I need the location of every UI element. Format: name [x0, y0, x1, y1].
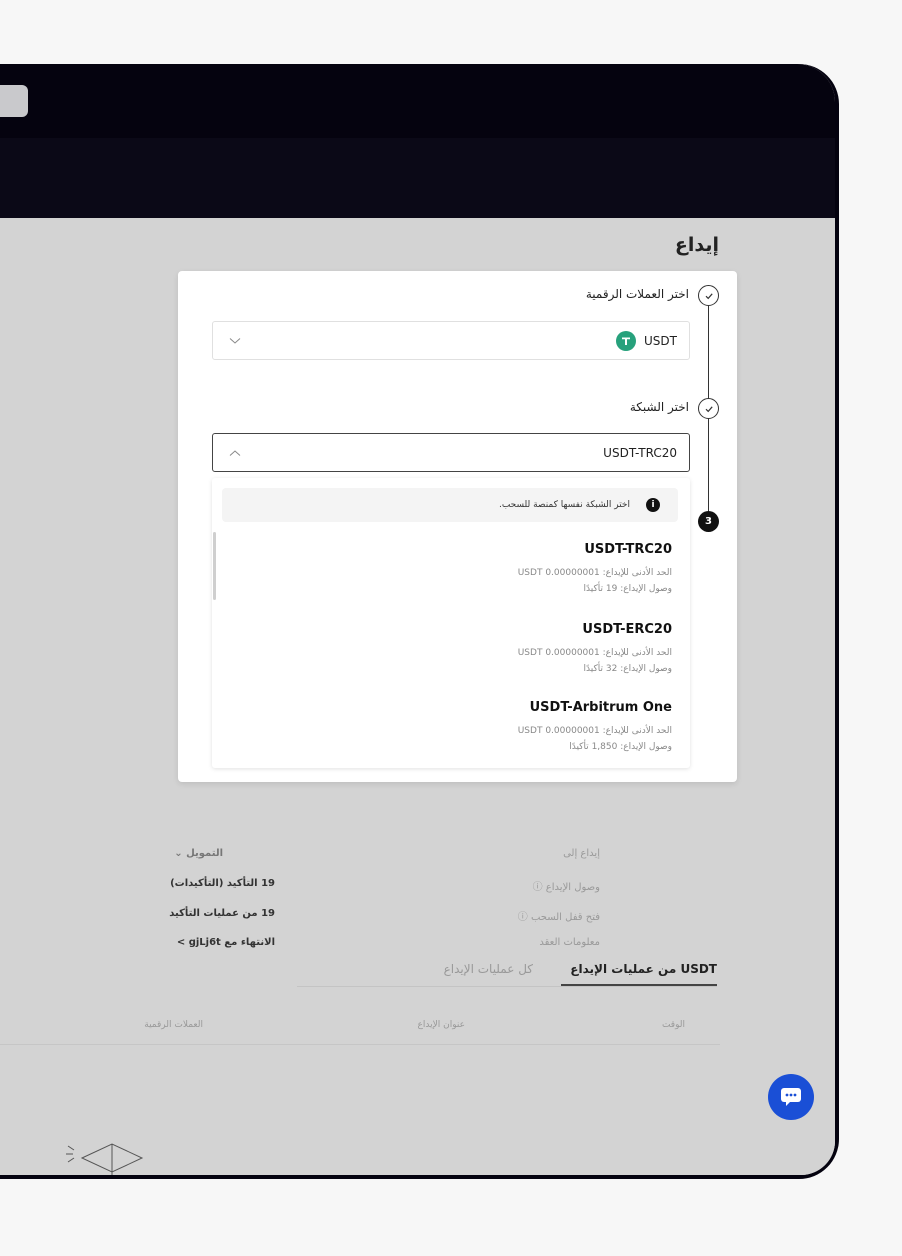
network-option-name: USDT-TRC20 [584, 542, 672, 557]
info-icon: i [646, 498, 660, 512]
network-option-trc20[interactable]: USDT-TRC20 الحد الأدنى للإيداع: 0.000000… [212, 534, 690, 610]
info-label-contract: معلومات العقد [539, 937, 600, 948]
info-value-deposit-to[interactable]: التمويل ⌄ [174, 848, 223, 859]
network-option-min-deposit: الحد الأدنى للإيداع: 0.00000001 USDT [517, 726, 672, 736]
table-header-address: عنوان الإيداع [417, 1020, 465, 1030]
info-label-withdraw-unlock: فتح قفل السحب ⓘ [517, 912, 600, 923]
check-icon [705, 292, 713, 299]
step-2-check [698, 398, 719, 419]
chevron-up-icon [229, 434, 241, 471]
network-select-text: USDT-TRC20 [603, 445, 677, 460]
step-1-check [698, 285, 719, 306]
tab-all-deposits[interactable]: كل عمليات الإيداع [444, 962, 533, 976]
history-tabs: USDT من عمليات الإيداع كل عمليات الإيداع [297, 962, 717, 988]
coin-select[interactable]: USDT [212, 321, 690, 360]
network-notice: i اختر الشبكة نفسها كمنصة للسحب. [222, 488, 678, 522]
chat-icon [781, 1088, 801, 1106]
tabs-divider [297, 986, 717, 987]
network-option-arrival: وصول الإيداع: 19 تأكيدًا [583, 584, 672, 594]
chat-support-button[interactable] [768, 1074, 814, 1120]
network-select[interactable]: USDT-TRC20 [212, 433, 690, 472]
notice-text: اختر الشبكة نفسها كمنصة للسحب. [498, 500, 630, 510]
active-tab-indicator [561, 984, 717, 986]
network-dropdown: i اختر الشبكة نفسها كمنصة للسحب. USDT-TR… [212, 478, 690, 768]
coin-select-text: USDT [644, 333, 677, 348]
empty-box-illustration [66, 1143, 144, 1175]
network-option-name: USDT-Arbitrum One [529, 700, 672, 715]
network-select-value: USDT-TRC20 [603, 434, 677, 471]
page-title: إيداع [674, 234, 719, 256]
deposit-step-card: اختر العملات الرقمية USDT اختر الشبكة US… [178, 271, 737, 782]
tab-usdt-deposits[interactable]: USDT من عمليات الإيداع [570, 962, 717, 976]
info-label-deposit-to: إيداع إلى [563, 848, 600, 859]
info-value-withdraw-unlock: 19 من عمليات التأكيد [169, 908, 275, 919]
coin-select-value: USDT [616, 322, 677, 359]
network-option-arrival: وصول الإيداع: 1,850 تأكيدًا [569, 742, 672, 752]
network-option-name: USDT-ERC20 [582, 622, 672, 637]
info-value-contract[interactable]: الانتهاء مع gjLj6t > [177, 937, 275, 948]
nav-bar [0, 138, 835, 218]
table-header-time: الوقت [661, 1020, 685, 1030]
step-2-label: اختر الشبكة [629, 400, 689, 414]
check-icon [705, 405, 713, 412]
network-option-arrival: وصول الإيداع: 32 تأكيدًا [583, 664, 672, 674]
chevron-down-icon [229, 322, 241, 359]
step-1-label: اختر العملات الرقمية [585, 287, 689, 301]
network-option-erc20[interactable]: USDT-ERC20 الحد الأدنى للإيداع: 0.000000… [212, 614, 690, 690]
table-header-divider [0, 1044, 720, 1045]
info-value-arrival: 19 التأكيد (التأكيدات) [170, 878, 275, 889]
table-header-crypto: العملات الرقمية [144, 1020, 203, 1030]
network-option-min-deposit: الحد الأدنى للإيداع: 0.00000001 USDT [517, 568, 672, 578]
step-3-number: 3 [698, 511, 719, 532]
tether-icon [616, 330, 637, 351]
top-bar [0, 64, 835, 138]
top-bar-chip[interactable] [0, 85, 28, 117]
info-label-arrival: وصول الإيداع ⓘ [532, 882, 600, 893]
network-option-min-deposit: الحد الأدنى للإيداع: 0.00000001 USDT [517, 648, 672, 658]
network-option-arbitrum[interactable]: USDT-Arbitrum One الحد الأدنى للإيداع: 0… [212, 692, 690, 768]
